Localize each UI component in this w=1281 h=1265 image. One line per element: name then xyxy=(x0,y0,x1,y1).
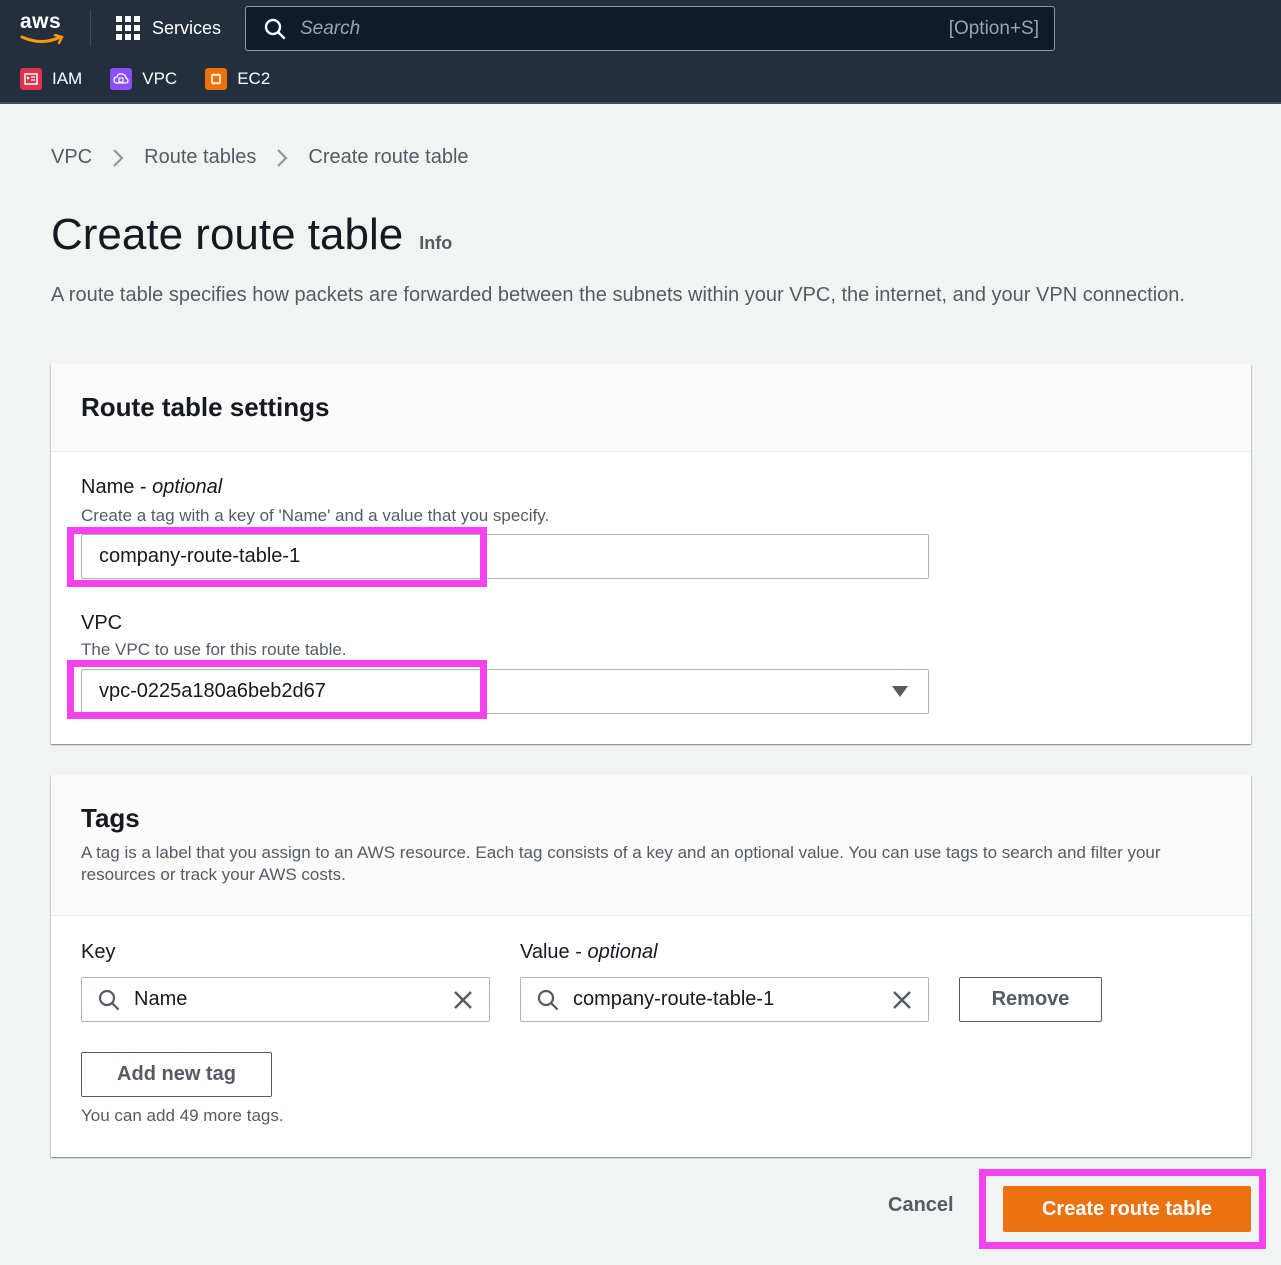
vpc-field-label: VPC xyxy=(81,612,123,634)
tag-key-value: Name xyxy=(134,988,188,1010)
tags-remaining-note: You can add 49 more tags. xyxy=(81,1106,284,1125)
tag-key-input[interactable]: Name xyxy=(81,977,490,1022)
favorite-label: EC2 xyxy=(237,69,271,88)
grid-icon xyxy=(116,16,140,40)
highlight-name-input xyxy=(67,527,487,587)
name-field-description: Create a tag with a key of 'Name' and a … xyxy=(81,506,550,525)
favorite-vpc[interactable]: VPC xyxy=(110,68,177,90)
clear-icon[interactable] xyxy=(892,990,912,1010)
cancel-button[interactable]: Cancel xyxy=(888,1194,954,1217)
search-shortcut: [Option+S] xyxy=(948,17,1039,39)
panel-title: Route table settings xyxy=(81,392,330,422)
tag-value-input[interactable]: company-route-table-1 xyxy=(520,977,929,1022)
breadcrumb-current: Create route table xyxy=(308,146,469,168)
services-menu-button[interactable]: Services xyxy=(116,14,221,42)
key-field-label: Key xyxy=(81,941,116,963)
favorites-bar: IAM VPC EC2 xyxy=(20,68,298,90)
vpc-icon xyxy=(110,68,133,90)
breadcrumb-route-tables[interactable]: Route tables xyxy=(144,146,256,169)
page-title-text: Create route table xyxy=(51,210,404,259)
aws-smile-icon xyxy=(20,34,64,45)
favorite-label: VPC xyxy=(142,69,178,88)
top-navigation: aws Services Search [Option+S] IAM VPC E… xyxy=(0,0,1281,104)
highlight-create-button xyxy=(979,1169,1266,1249)
panel-header: Route table settings xyxy=(51,364,1251,452)
tags-description: A tag is a label that you assign to an A… xyxy=(81,843,1161,884)
panel-title: Tags xyxy=(81,803,140,833)
name-field-label: Name - optional xyxy=(81,476,223,498)
search-input[interactable]: Search [Option+S] xyxy=(245,6,1055,51)
aws-logo[interactable]: aws xyxy=(18,10,68,46)
info-link[interactable]: Info xyxy=(419,233,452,254)
highlight-vpc-select xyxy=(67,660,487,719)
add-new-tag-button[interactable]: Add new tag xyxy=(81,1052,272,1097)
chevron-right-icon xyxy=(277,148,288,167)
search-placeholder: Search xyxy=(300,17,361,39)
chevron-right-icon xyxy=(113,148,124,167)
aws-logo-text: aws xyxy=(20,10,62,33)
tags-panel: Tags A tag is a label that you assign to… xyxy=(51,775,1251,1157)
remove-tag-button[interactable]: Remove xyxy=(959,977,1102,1022)
iam-icon xyxy=(20,68,42,90)
clear-icon[interactable] xyxy=(453,990,473,1010)
page-description: A route table specifies how packets are … xyxy=(51,284,1185,306)
panel-header: Tags A tag is a label that you assign to… xyxy=(51,775,1251,916)
nav-divider xyxy=(90,10,91,46)
search-icon xyxy=(537,989,559,1010)
search-icon xyxy=(98,989,120,1010)
search-icon xyxy=(264,18,286,39)
vpc-field-description: The VPC to use for this route table. xyxy=(81,640,347,659)
breadcrumb-vpc[interactable]: VPC xyxy=(51,146,92,169)
tag-value-value: company-route-table-1 xyxy=(573,988,775,1010)
page-title: Create route table Info xyxy=(51,210,452,260)
favorite-label: IAM xyxy=(52,69,83,88)
favorite-iam[interactable]: IAM xyxy=(20,68,82,90)
caret-down-icon xyxy=(892,686,908,697)
services-label: Services xyxy=(152,17,222,38)
value-field-label: Value - optional xyxy=(520,941,658,963)
ec2-icon xyxy=(205,68,228,90)
breadcrumb: VPC Route tables Create route table xyxy=(51,146,469,169)
favorite-ec2[interactable]: EC2 xyxy=(205,68,270,90)
